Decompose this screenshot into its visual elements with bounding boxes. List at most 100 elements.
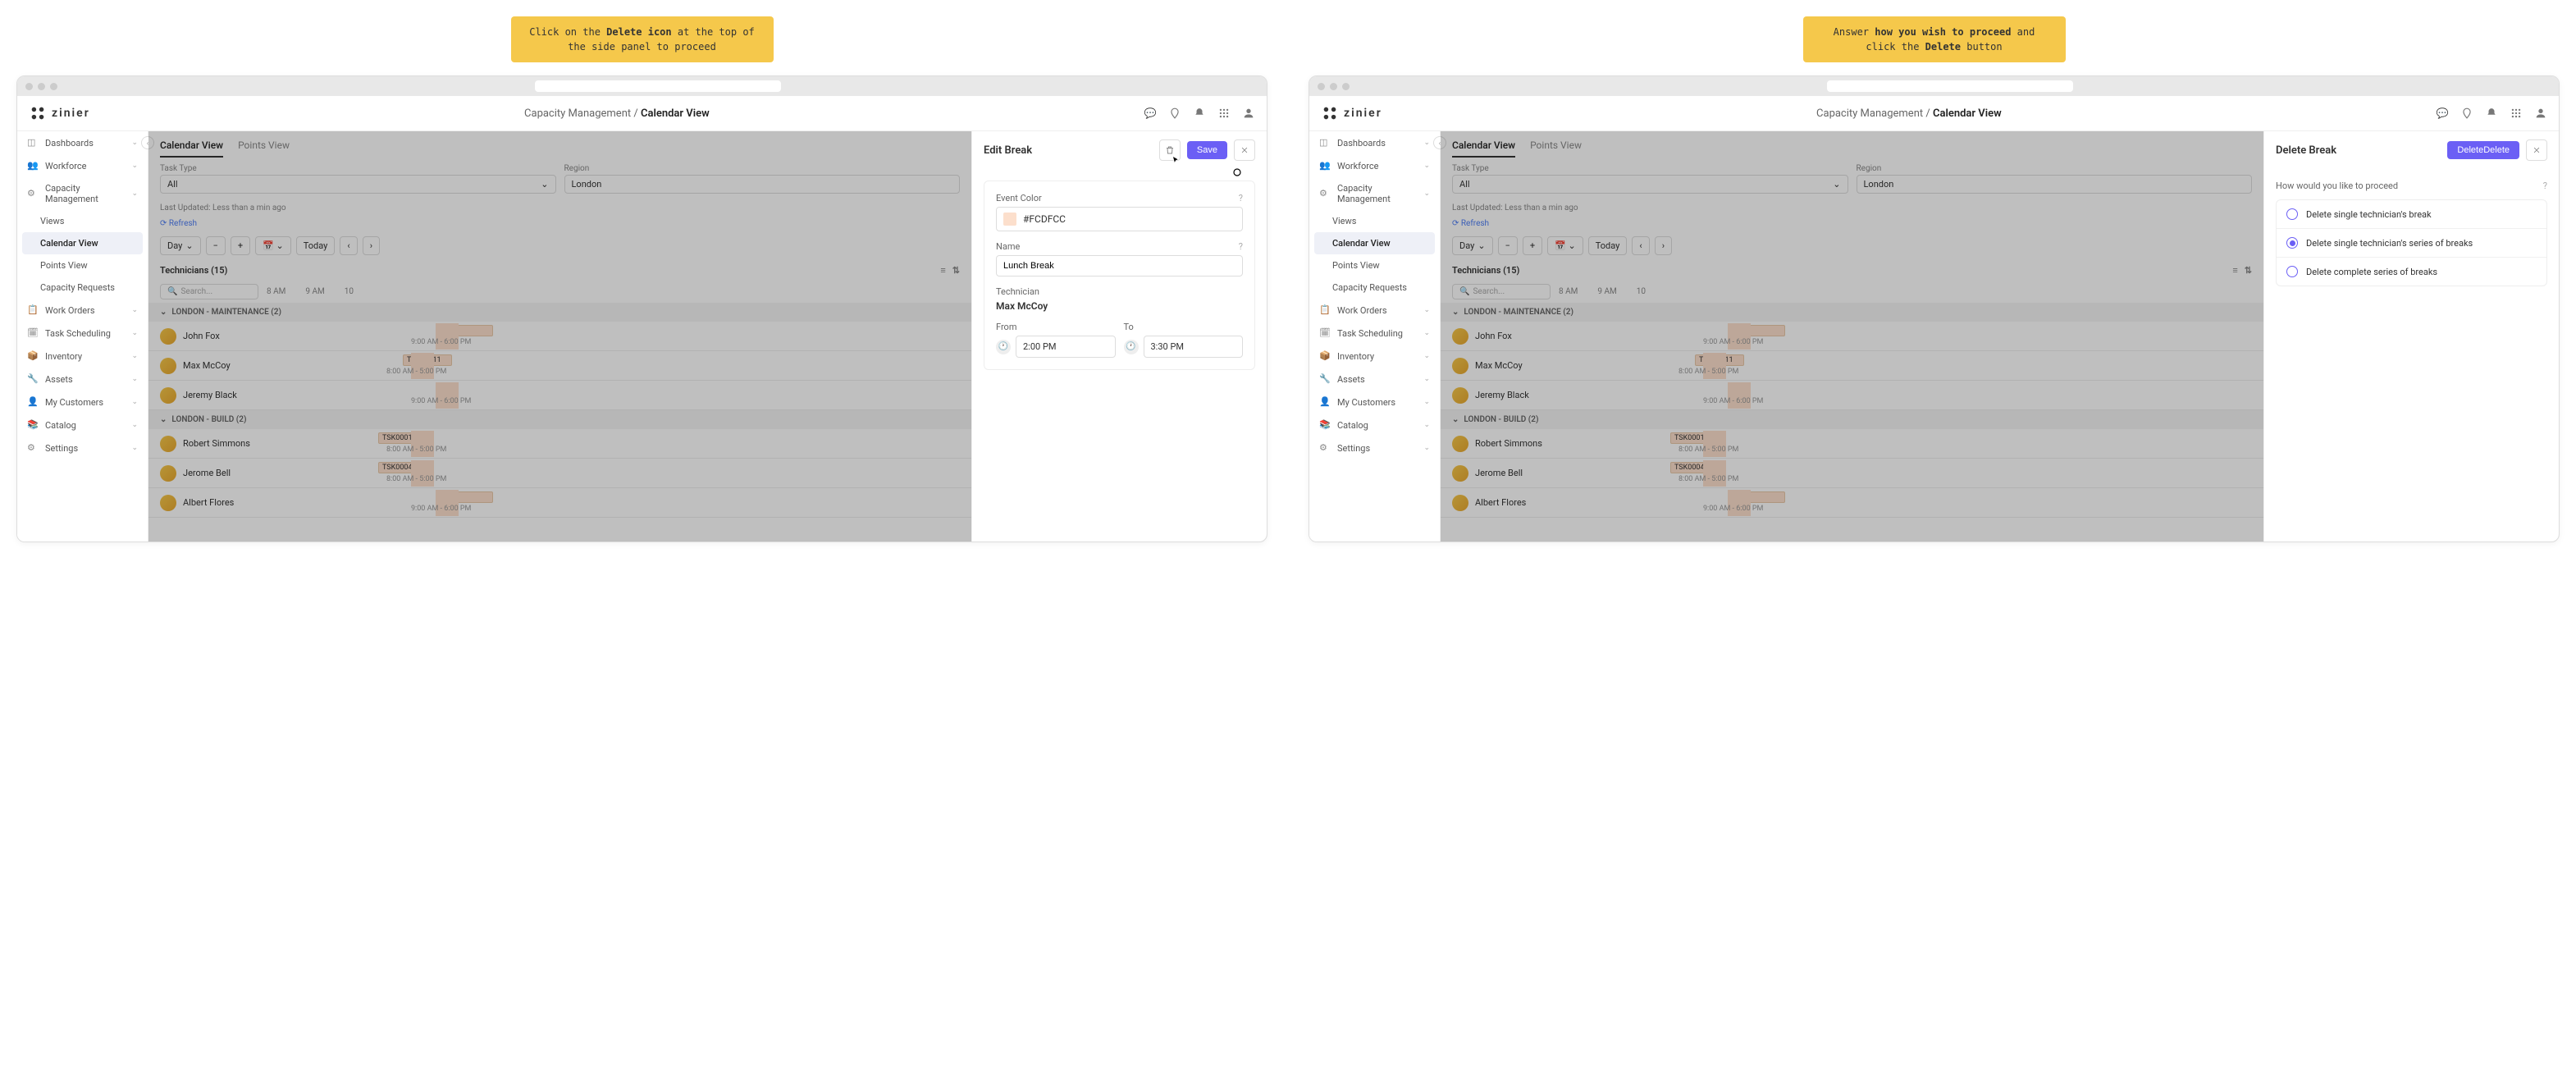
group-header[interactable]: ⌄ LONDON - BUILD (2)	[148, 410, 971, 429]
sidebar-icon: 🔧	[27, 373, 39, 385]
refresh-link[interactable]: ⟳ Refresh	[160, 219, 197, 228]
today-button[interactable]: Today	[296, 236, 336, 255]
region-select[interactable]: London	[564, 175, 961, 194]
technician-row: John FoxTS9:00 AM - 6:00 PM	[1441, 322, 2263, 351]
tab-points-view[interactable]: Points View	[238, 139, 290, 158]
sidebar-item-dashboards[interactable]: ◫Dashboards⌄	[1309, 131, 1440, 154]
filter-icon[interactable]: ≡	[940, 265, 945, 276]
chevron-down-icon: ⌄	[1478, 240, 1485, 251]
close-button[interactable]	[1234, 139, 1255, 161]
sidebar-item-points-view[interactable]: Points View	[1309, 254, 1440, 276]
sidebar-item-calendar-view[interactable]: Calendar View	[1314, 232, 1435, 254]
to-input[interactable]: 3:30 PM	[1144, 336, 1244, 358]
sidebar-item-catalog[interactable]: 📚Catalog⌄	[1309, 414, 1440, 436]
radio-label: Delete complete series of breaks	[2306, 267, 2437, 277]
bell-icon[interactable]	[1193, 107, 1206, 120]
chevron-down-icon: ⌄	[131, 162, 138, 170]
sidebar-label: Task Scheduling	[1337, 328, 1403, 339]
prev-button[interactable]: ‹	[1632, 236, 1649, 255]
group-header[interactable]: ⌄ LONDON - BUILD (2)	[1441, 410, 2263, 429]
chat-icon[interactable]: 💬	[2436, 107, 2449, 120]
sidebar-item-views[interactable]: Views	[17, 210, 148, 232]
today-button[interactable]: Today	[1588, 236, 1628, 255]
technician-name: John Fox	[183, 331, 220, 341]
sidebar-item-task-scheduling[interactable]: 🗓Task Scheduling⌄	[17, 322, 148, 345]
sidebar-item-settings[interactable]: ⚙Settings⌄	[17, 436, 148, 459]
search-input[interactable]: 🔍Search...	[1452, 284, 1551, 299]
sidebar-item-work-orders[interactable]: 📋Work Orders⌄	[1309, 299, 1440, 322]
from-input[interactable]: 2:00 PM	[1016, 336, 1116, 358]
date-picker-button[interactable]: 📅 ⌄	[255, 236, 291, 255]
window-titlebar	[1309, 76, 2559, 96]
avatar	[160, 387, 176, 404]
prev-button[interactable]: ‹	[340, 236, 357, 255]
delete-option-1[interactable]: Delete single technician's series of bre…	[2277, 229, 2546, 258]
sidebar-item-workforce[interactable]: 👥Workforce⌄	[1309, 154, 1440, 177]
task-type-select[interactable]: All⌄	[1452, 175, 1848, 194]
day-selector[interactable]: Day ⌄	[160, 236, 201, 255]
search-input[interactable]: 🔍Search...	[160, 284, 258, 299]
date-picker-button[interactable]: 📅 ⌄	[1547, 236, 1583, 255]
url-bar[interactable]	[535, 80, 781, 92]
bell-icon[interactable]	[2485, 107, 2498, 120]
sidebar-item-settings[interactable]: ⚙Settings⌄	[1309, 436, 1440, 459]
sidebar-label: Task Scheduling	[45, 328, 111, 339]
location-icon[interactable]	[1168, 107, 1181, 120]
delete-confirm-button[interactable]: DeleteDelete	[2447, 141, 2519, 159]
day-selector[interactable]: Day ⌄	[1452, 236, 1493, 255]
sidebar-item-capacity-management[interactable]: ⚙Capacity Management⌄	[1309, 177, 1440, 210]
apps-icon[interactable]	[1217, 107, 1231, 120]
zoom-in-button[interactable]: +	[231, 236, 250, 255]
filter-icon[interactable]: ≡	[2232, 265, 2237, 276]
group-header[interactable]: ⌄ LONDON - MAINTENANCE (2)	[1441, 303, 2263, 322]
sidebar-item-points-view[interactable]: Points View	[17, 254, 148, 276]
sidebar-item-inventory[interactable]: 📦Inventory⌄	[17, 345, 148, 368]
delete-option-0[interactable]: Delete single technician's break	[2277, 200, 2546, 229]
help-icon[interactable]: ?	[1239, 193, 1243, 203]
sidebar-item-catalog[interactable]: 📚Catalog⌄	[17, 414, 148, 436]
zoom-in-button[interactable]: +	[1523, 236, 1542, 255]
close-button[interactable]	[2526, 139, 2547, 161]
url-bar[interactable]	[1827, 80, 2073, 92]
sort-icon[interactable]: ⇅	[2245, 265, 2252, 276]
sidebar-item-views[interactable]: Views	[1309, 210, 1440, 232]
group-header[interactable]: ⌄ LONDON - MAINTENANCE (2)	[148, 303, 971, 322]
delete-button[interactable]	[1159, 139, 1181, 161]
tab-calendar-view[interactable]: Calendar View	[160, 139, 223, 158]
save-button[interactable]: Save	[1187, 141, 1227, 159]
sidebar-item-inventory[interactable]: 📦Inventory⌄	[1309, 345, 1440, 368]
name-input[interactable]	[996, 255, 1243, 276]
zoom-out-button[interactable]: −	[1498, 236, 1518, 255]
sidebar-item-my-customers[interactable]: 👤My Customers⌄	[1309, 391, 1440, 414]
sidebar-item-calendar-view[interactable]: Calendar View	[22, 232, 143, 254]
user-icon[interactable]	[2534, 107, 2547, 120]
sidebar-item-workforce[interactable]: 👥Workforce⌄	[17, 154, 148, 177]
apps-icon[interactable]	[2510, 107, 2523, 120]
sidebar-item-capacity-management[interactable]: ⚙Capacity Management⌄	[17, 177, 148, 210]
event-color-input[interactable]: #FCDFCC	[996, 207, 1243, 231]
sidebar-item-assets[interactable]: 🔧Assets⌄	[1309, 368, 1440, 391]
task-type-select[interactable]: All⌄	[160, 175, 556, 194]
tab-calendar-view[interactable]: Calendar View	[1452, 139, 1515, 158]
region-select[interactable]: London	[1857, 175, 2253, 194]
chat-icon[interactable]: 💬	[1144, 107, 1157, 120]
tab-points-view[interactable]: Points View	[1530, 139, 1582, 158]
sidebar-item-capacity-requests[interactable]: Capacity Requests	[1309, 276, 1440, 299]
sidebar-item-capacity-requests[interactable]: Capacity Requests	[17, 276, 148, 299]
help-icon[interactable]: ?	[2543, 181, 2547, 191]
refresh-link[interactable]: ⟳ Refresh	[1452, 219, 1489, 228]
next-button[interactable]: ›	[1655, 236, 1672, 255]
sidebar-item-dashboards[interactable]: ◫Dashboards⌄	[17, 131, 148, 154]
sidebar-item-assets[interactable]: 🔧Assets⌄	[17, 368, 148, 391]
sidebar-item-task-scheduling[interactable]: 🗓Task Scheduling⌄	[1309, 322, 1440, 345]
zoom-out-button[interactable]: −	[206, 236, 226, 255]
next-button[interactable]: ›	[363, 236, 380, 255]
user-icon[interactable]	[1242, 107, 1255, 120]
location-icon[interactable]	[2460, 107, 2473, 120]
logo: zinier	[1321, 104, 1382, 122]
sort-icon[interactable]: ⇅	[952, 265, 960, 276]
help-icon[interactable]: ?	[1239, 241, 1243, 252]
sidebar-item-work-orders[interactable]: 📋Work Orders⌄	[17, 299, 148, 322]
sidebar-item-my-customers[interactable]: 👤My Customers⌄	[17, 391, 148, 414]
delete-option-2[interactable]: Delete complete series of breaks	[2277, 258, 2546, 286]
